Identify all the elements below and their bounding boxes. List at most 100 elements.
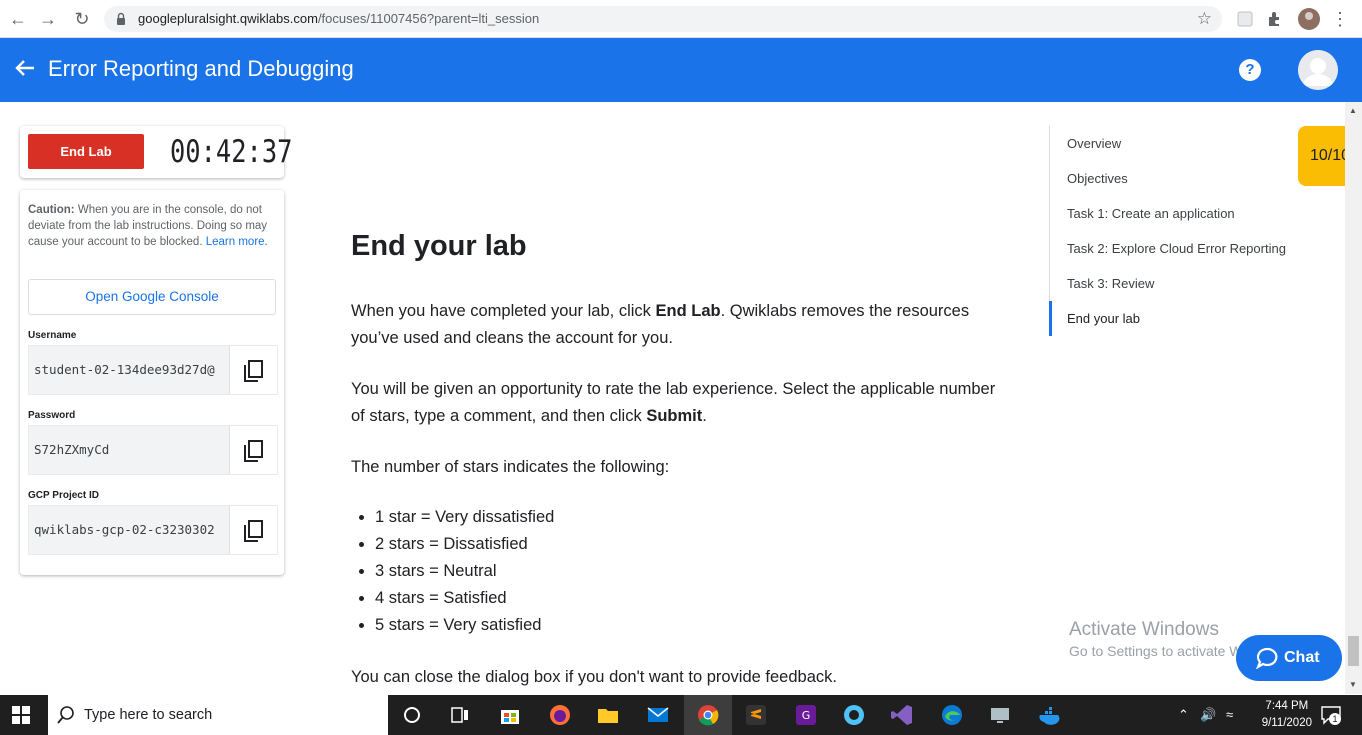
avatar-icon (1298, 50, 1338, 90)
menu-dots-icon[interactable]: ⋮ (1330, 9, 1350, 29)
address-bar[interactable]: googlepluralsight.qwiklabs.com/focuses/1… (104, 6, 1222, 32)
page-scrollbar[interactable]: ▲ ▼ (1345, 102, 1362, 694)
lab-timer: 00:42:37 (170, 134, 293, 170)
search-icon (57, 706, 74, 724)
clock-time: 7:44 PM (1265, 700, 1309, 712)
copy-password-button[interactable] (229, 426, 277, 474)
cortana-icon[interactable] (400, 703, 424, 727)
caution-text: Caution: When you are in the console, do… (28, 202, 278, 250)
paragraph-end-lab: When you have completed your lab, click … (351, 298, 1001, 352)
toc-item-task-2[interactable]: Task 2: Explore Cloud Error Reporting (1067, 241, 1286, 256)
browser-toolbar: ← → ↻ googlepluralsight.qwiklabs.com/foc… (0, 0, 1362, 38)
svg-text:G: G (802, 709, 811, 722)
pdf-app-icon[interactable]: G (794, 703, 818, 727)
search-placeholder: Type here to search (84, 707, 213, 723)
password-field[interactable]: S72hZXmyCd (28, 425, 278, 475)
file-explorer-icon[interactable] (596, 703, 620, 727)
scroll-up-icon[interactable]: ▲ (1349, 106, 1357, 115)
copy-icon (244, 360, 263, 382)
forward-icon[interactable]: → (38, 9, 58, 29)
list-item: 5 stars = Very satisfied (375, 612, 554, 639)
windows-start-icon[interactable] (12, 706, 30, 724)
help-icon[interactable]: ? (1239, 59, 1261, 81)
scroll-thumb[interactable] (1348, 636, 1359, 666)
project-id-label: GCP Project ID (28, 490, 99, 501)
wifi-icon[interactable]: ≈ (1226, 707, 1233, 722)
visual-studio-icon[interactable] (890, 703, 914, 727)
back-arrow-icon[interactable] (14, 57, 36, 79)
store-icon[interactable] (498, 703, 522, 727)
clock-date: 9/11/2020 (1261, 717, 1312, 729)
stars-list: 1 star = Very dissatisfied 2 stars = Dis… (351, 504, 554, 639)
remote-desktop-icon[interactable] (988, 703, 1012, 727)
copy-icon (244, 520, 263, 542)
project-id-value: qwiklabs-gcp-02-c3230302 (34, 522, 215, 537)
back-icon[interactable]: ← (8, 9, 28, 29)
chat-label: Chat (1284, 649, 1320, 666)
p1-text-a: When you have completed your lab, click (351, 302, 656, 320)
task-view-icon[interactable] (448, 703, 472, 727)
copy-icon (244, 440, 263, 462)
end-lab-button[interactable]: End Lab (28, 134, 144, 169)
open-console-button[interactable]: Open Google Console (28, 279, 276, 315)
taskbar-clock[interactable]: 7:44 PM 9/11/2020 (1262, 698, 1312, 732)
toc-item-end-lab[interactable]: End your lab (1067, 311, 1140, 326)
list-item: 2 stars = Dissatisfied (375, 531, 554, 558)
profile-avatar-icon[interactable] (1298, 8, 1320, 30)
page-title: Error Reporting and Debugging (48, 56, 354, 81)
bookmark-star-icon[interactable]: ☆ (1197, 9, 1212, 29)
password-label: Password (28, 410, 76, 421)
app-header: Error Reporting and Debugging ? (0, 38, 1362, 102)
list-item: 4 stars = Satisfied (375, 585, 554, 612)
reload-icon[interactable]: ↻ (72, 9, 92, 29)
url-text: googlepluralsight.qwiklabs.com/focuses/1… (138, 11, 540, 26)
windows-taskbar: Type here to search G ⌃ 🔊 ≈ 7:44 PM 9/11… (0, 695, 1362, 735)
toc-item-overview[interactable]: Overview (1067, 136, 1121, 151)
toc-active-indicator (1049, 301, 1052, 336)
learn-more-link[interactable]: Learn more. (206, 236, 268, 248)
username-label: Username (28, 330, 77, 341)
project-id-field[interactable]: qwiklabs-gcp-02-c3230302 (28, 505, 278, 555)
list-item: 1 star = Very dissatisfied (375, 504, 554, 531)
toc-item-task-3[interactable]: Task 3: Review (1067, 276, 1154, 291)
copy-project-id-button[interactable] (229, 506, 277, 554)
paragraph-rate: You will be given an opportunity to rate… (351, 376, 1001, 430)
p1-bold: End Lab (655, 302, 721, 320)
extension-icon[interactable] (1236, 10, 1254, 28)
lock-icon (117, 12, 125, 25)
scroll-down-icon[interactable]: ▼ (1349, 680, 1357, 689)
copy-username-button[interactable] (229, 346, 277, 394)
caution-label: Caution: (28, 204, 75, 216)
taskbar-search[interactable]: Type here to search (48, 695, 388, 735)
volume-icon[interactable]: 🔊 (1200, 707, 1216, 723)
edge-icon[interactable] (940, 703, 964, 727)
list-item: 3 stars = Neutral (375, 558, 554, 585)
chrome-icon[interactable] (696, 703, 720, 727)
password-value: S72hZXmyCd (34, 442, 110, 457)
notification-count: 1 (1329, 713, 1341, 725)
user-avatar[interactable] (1298, 50, 1338, 90)
sublime-text-icon[interactable] (744, 703, 768, 727)
docker-icon[interactable] (1038, 703, 1062, 727)
tray-chevron-icon[interactable]: ⌃ (1178, 707, 1189, 723)
credentials-card: Caution: When you are in the console, do… (20, 190, 284, 575)
section-heading: End your lab (351, 230, 527, 262)
puzzle-icon[interactable] (1266, 10, 1284, 28)
username-value: student-02-134dee93d27d@ (34, 362, 215, 377)
paragraph-stars: The number of stars indicates the follow… (351, 458, 670, 476)
chat-button[interactable]: Chat (1236, 635, 1342, 681)
activate-windows-title: Activate Windows (1069, 619, 1219, 640)
notification-center-icon[interactable]: 1 (1320, 705, 1342, 725)
p2-bold: Submit (646, 407, 703, 425)
mail-icon[interactable] (646, 703, 670, 727)
toc-item-objectives[interactable]: Objectives (1067, 171, 1128, 186)
paragraph-close: You can close the dialog box if you don'… (351, 668, 837, 686)
lab-control-card: End Lab 00:42:37 (20, 126, 292, 178)
chat-bubble-icon (1256, 647, 1278, 669)
edge-legacy-icon[interactable] (842, 703, 866, 727)
toc-item-task-1[interactable]: Task 1: Create an application (1067, 206, 1235, 221)
table-of-contents: Overview Objectives Task 1: Create an ap… (1049, 126, 1329, 336)
firefox-icon[interactable] (548, 703, 572, 727)
username-field[interactable]: student-02-134dee93d27d@ (28, 345, 278, 395)
p2-text-c: . (702, 407, 707, 425)
